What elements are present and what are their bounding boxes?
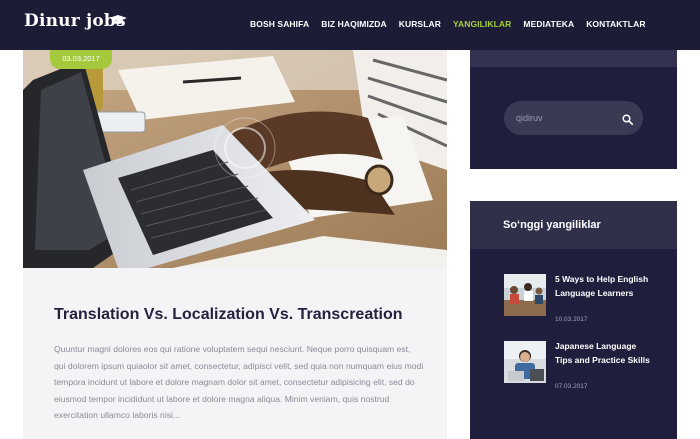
nav-item-kurslar[interactable]: KURSLAR [399, 19, 441, 29]
nav-item-kontaktlar[interactable]: KONTAKTLAR [586, 19, 645, 29]
news-item-date: 07.03.2017 [555, 383, 588, 390]
news-thumbnail[interactable] [504, 274, 546, 316]
search-box [504, 101, 643, 135]
post-featured-image[interactable] [23, 50, 447, 268]
nav-item-yangiliklar[interactable]: YANGILIKLAR [453, 19, 511, 29]
nav-item-bosh-sahifa[interactable]: BOSH SAHIFA [250, 19, 309, 29]
news-item-date: 10.03.2017 [555, 316, 588, 323]
site-header: Dinur jobs BOSH SAHIFA BIZ HAQIMIZDA KUR… [0, 0, 700, 50]
graduation-cap-icon [108, 12, 128, 30]
nav-item-biz-haqimizda[interactable]: BIZ HAQIMIZDA [321, 19, 387, 29]
search-widget [470, 50, 677, 169]
nav-item-mediateka[interactable]: MEDIATEKA [523, 19, 574, 29]
news-item-title[interactable]: Japanese Language Tips and Practice Skil… [555, 340, 651, 367]
search-widget-header [470, 50, 677, 67]
search-icon[interactable] [622, 112, 634, 130]
post-title[interactable]: Translation Vs. Localization Vs. Transcr… [54, 306, 434, 324]
news-thumbnail[interactable] [504, 341, 546, 383]
news-item-title[interactable]: 5 Ways to Help English Language Learners [555, 273, 651, 300]
recent-news-widget: So‘nggi yangiliklar 5 Ways to Help Engli… [470, 201, 677, 439]
post-excerpt: Quuntur magni dolores eos qui ratione vo… [54, 344, 424, 421]
post-card: Translation Vs. Localization Vs. Transcr… [23, 268, 447, 439]
search-input[interactable] [516, 110, 616, 126]
recent-news-header: So‘nggi yangiliklar [470, 201, 677, 249]
recent-news-title: So‘nggi yangiliklar [503, 219, 601, 231]
main-nav: BOSH SAHIFA BIZ HAQIMIZDA KURSLAR YANGIL… [250, 19, 658, 29]
post-date-badge: 03.03.2017 [50, 50, 112, 69]
